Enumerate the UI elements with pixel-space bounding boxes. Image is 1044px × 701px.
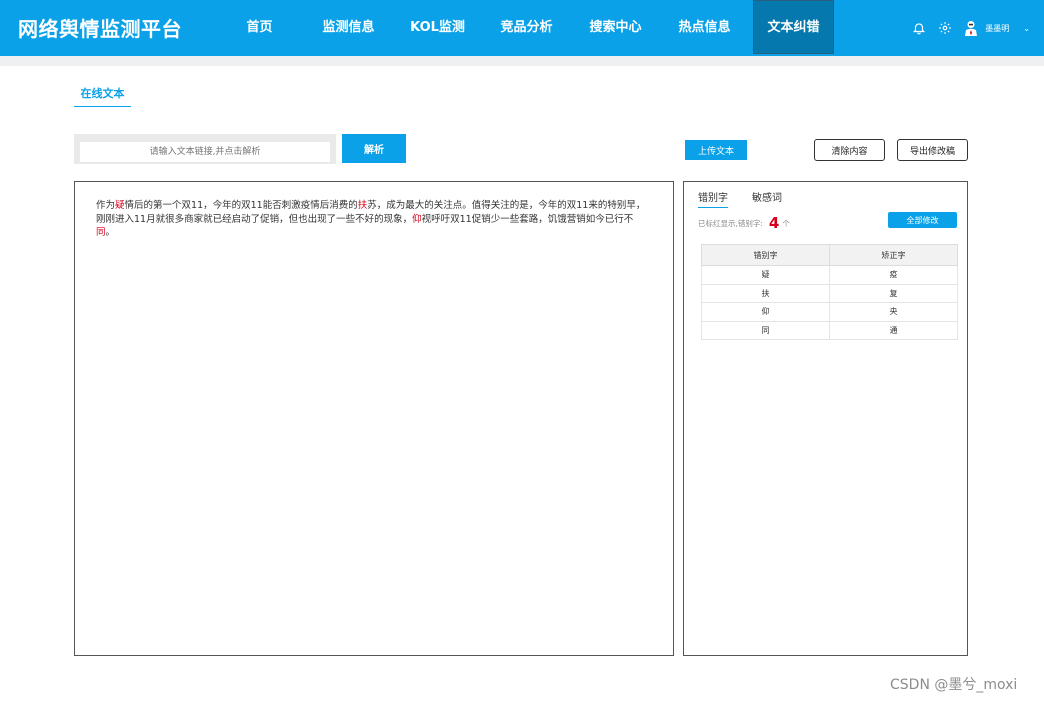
col-header-typo: 错别字: [701, 244, 830, 266]
gear-icon[interactable]: [937, 20, 953, 36]
typo-highlight[interactable]: 仰: [412, 214, 422, 225]
watermark: CSDN @墨兮_moxi: [890, 677, 1018, 693]
text-segment: 。: [105, 227, 116, 238]
table-row[interactable]: 同 通: [701, 320, 958, 340]
tab-typos[interactable]: 错别字: [698, 189, 728, 208]
typo-cell: 仰: [701, 302, 830, 322]
text-segment: 视呼吁双11促销少一些套路，饥饿营销如今已行不: [421, 213, 634, 225]
col-header-correction: 矫正字: [829, 244, 958, 266]
typo-count: 4: [768, 214, 780, 232]
nav-item-monitoring[interactable]: 监测信息: [304, 0, 393, 56]
tab-online-text[interactable]: 在线文本: [74, 85, 131, 107]
typo-table: 错别字 矫正字 疑 疫 扶 复 仰 央 同 通: [701, 244, 958, 340]
chevron-down-icon[interactable]: ⌄: [1023, 24, 1030, 33]
clear-content-button[interactable]: 清除内容: [814, 139, 885, 161]
nav-item-hot[interactable]: 热点信息: [660, 0, 749, 56]
bell-icon[interactable]: [911, 20, 927, 36]
table-row[interactable]: 疑 疫: [701, 265, 958, 285]
panel-tabs: 错别字 敏感词: [698, 189, 782, 208]
editor-content: 作为疑情后的第一个双11，今年的双11能否刺激疫情后消费的扶苏，成为最大的关注点…: [96, 199, 652, 240]
table-row[interactable]: 仰 央: [701, 302, 958, 322]
url-input[interactable]: [80, 142, 330, 162]
typo-summary: 已标红显示,错别字: 4 个: [698, 214, 790, 232]
table-header-row: 错别字 矫正字: [701, 244, 958, 266]
parse-button[interactable]: 解析: [342, 134, 406, 163]
correction-panel: 错别字 敏感词 已标红显示,错别字: 4 个 全部修改 错别字 矫正字 疑 疫 …: [683, 181, 968, 656]
count-unit: 个: [782, 218, 790, 228]
avatar-icon[interactable]: [963, 20, 979, 36]
header-divider: [0, 56, 1044, 66]
correction-cell: 复: [829, 283, 958, 303]
nav-item-text-correction[interactable]: 文本纠错: [753, 0, 834, 54]
typo-cell: 扶: [701, 283, 830, 303]
correction-cell: 疫: [829, 265, 958, 285]
top-header: 网络舆情监测平台 首页 监测信息 KOL监测 竞品分析 搜索中心 热点信息 文本…: [0, 0, 1044, 56]
brand-title: 网络舆情监测平台: [18, 17, 182, 41]
typo-highlight[interactable]: 疑: [115, 200, 125, 211]
export-revision-button[interactable]: 导出修改稿: [897, 139, 968, 161]
nav-item-kol[interactable]: KOL监测: [393, 0, 482, 56]
nav-item-home[interactable]: 首页: [215, 0, 304, 56]
text-editor[interactable]: 作为疑情后的第一个双11，今年的双11能否刺激疫情后消费的扶苏，成为最大的关注点…: [74, 181, 674, 656]
nav-item-search[interactable]: 搜索中心: [571, 0, 660, 56]
typo-highlight[interactable]: 扶: [358, 200, 368, 211]
summary-label: 已标红显示,错别字:: [698, 218, 763, 228]
correction-cell: 央: [829, 302, 958, 322]
user-name[interactable]: 墨墨明: [985, 23, 1009, 34]
typo-cell: 同: [701, 320, 830, 340]
fix-all-button[interactable]: 全部修改: [888, 212, 957, 228]
text-segment: 作为: [96, 200, 116, 211]
correction-cell: 通: [829, 320, 958, 340]
typo-cell: 疑: [701, 265, 830, 285]
upload-text-button[interactable]: 上传文本: [685, 140, 747, 160]
text-segment: 情后的第一个双11，今年的双11能否刺激疫情后消费的: [124, 200, 358, 211]
url-input-wrapper: [74, 134, 336, 164]
tab-sensitive-words[interactable]: 敏感词: [752, 189, 782, 208]
nav-item-competitor[interactable]: 竞品分析: [482, 0, 571, 56]
main-nav: 首页 监测信息 KOL监测 竞品分析 搜索中心 热点信息 文本纠错: [215, 0, 838, 56]
table-row[interactable]: 扶 复: [701, 283, 958, 303]
typo-highlight[interactable]: 同: [96, 227, 106, 238]
header-actions: 墨墨明 ⌄: [911, 0, 1030, 56]
